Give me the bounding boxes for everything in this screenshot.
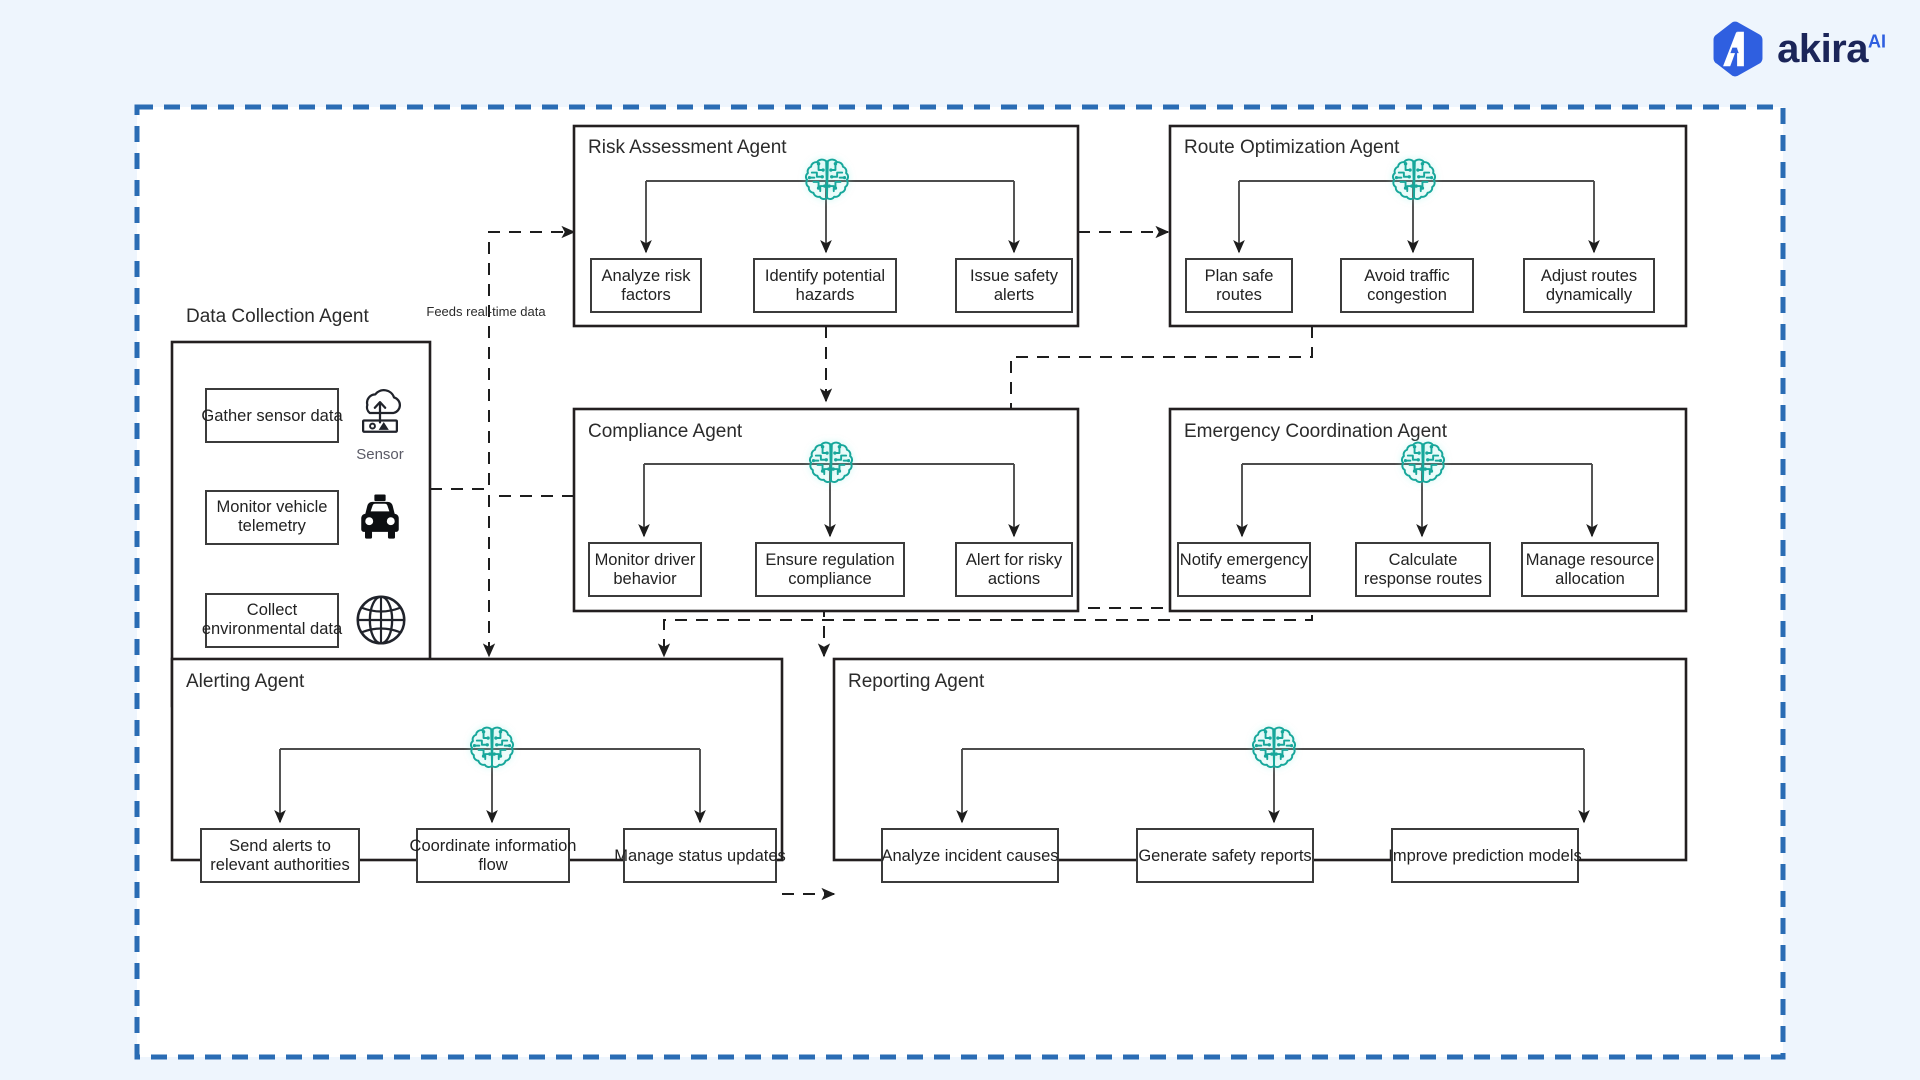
agent-title-data-collection: Data Collection Agent <box>186 306 369 327</box>
task-label-analyze-incident-causes: Analyze incident causes <box>881 847 1058 865</box>
task-label-manage-status-updates: Manage status updates <box>614 847 786 865</box>
task-label-avoid-traffic-congestion: Avoid traffic congestion <box>1364 267 1450 304</box>
globe-icon <box>356 595 406 645</box>
agent-title-route-optimization: Route Optimization Agent <box>1184 137 1400 158</box>
agent-panel-risk-assessment[interactable]: Risk Assessment Agent Analyze risk factor… <box>572 124 1080 328</box>
task-label-adjust-routes-dynamically: Adjust routes dynamically <box>1541 267 1637 304</box>
agent-title-alerting: Alerting Agent <box>186 671 305 692</box>
task-label-send-alerts-to-relevant-authorities: Send alerts to relevant authorities <box>210 837 349 874</box>
agent-title-risk-assessment: Risk Assessment Agent <box>588 137 787 158</box>
agent-title-compliance: Compliance Agent <box>588 421 743 442</box>
agent-title-emergency-coordination: Emergency Coordination Agent <box>1184 421 1448 442</box>
akira-hexagon-a-logo-icon <box>1713 21 1763 77</box>
icon-caption-sensor: Sensor <box>356 446 404 463</box>
task-label-gather-sensor-data: Gather sensor data <box>201 407 343 425</box>
agent-title-reporting: Reporting Agent <box>848 671 985 692</box>
brand-wordmark: akiraAI <box>1777 29 1886 69</box>
agent-panel-emergency-coordination[interactable]: Emergency Coordination Agent Notify emer… <box>1168 407 1688 613</box>
architecture-diagram: Feeds real-time data Data Collection Age… <box>134 104 1786 1060</box>
agent-panel-compliance[interactable]: Compliance Agent Monitor driver behavior … <box>572 407 1080 613</box>
connector-label-feeds-real-time-data: Feeds real-time data <box>426 304 546 319</box>
agent-panel-route-optimization[interactable]: Route Optimization Agent Plan safe routes… <box>1168 124 1688 328</box>
agent-panel-alerting[interactable]: Alerting Agent Send alerts to relevant au… <box>170 657 786 883</box>
akira-ai-logo: akiraAI <box>1709 20 1886 78</box>
agent-panel-data-collection[interactable]: Data Collection Agent Gather sensor data… <box>170 306 432 708</box>
task-label-generate-safety-reports: Generate safety reports <box>1138 847 1311 865</box>
task-label-improve-prediction-models: Improve prediction models <box>1388 847 1582 865</box>
agent-panel-reporting[interactable]: Reporting Agent Analyze incident causes … <box>832 657 1688 883</box>
brand-name: akira <box>1777 27 1868 71</box>
brand-superscript: AI <box>1868 31 1886 52</box>
